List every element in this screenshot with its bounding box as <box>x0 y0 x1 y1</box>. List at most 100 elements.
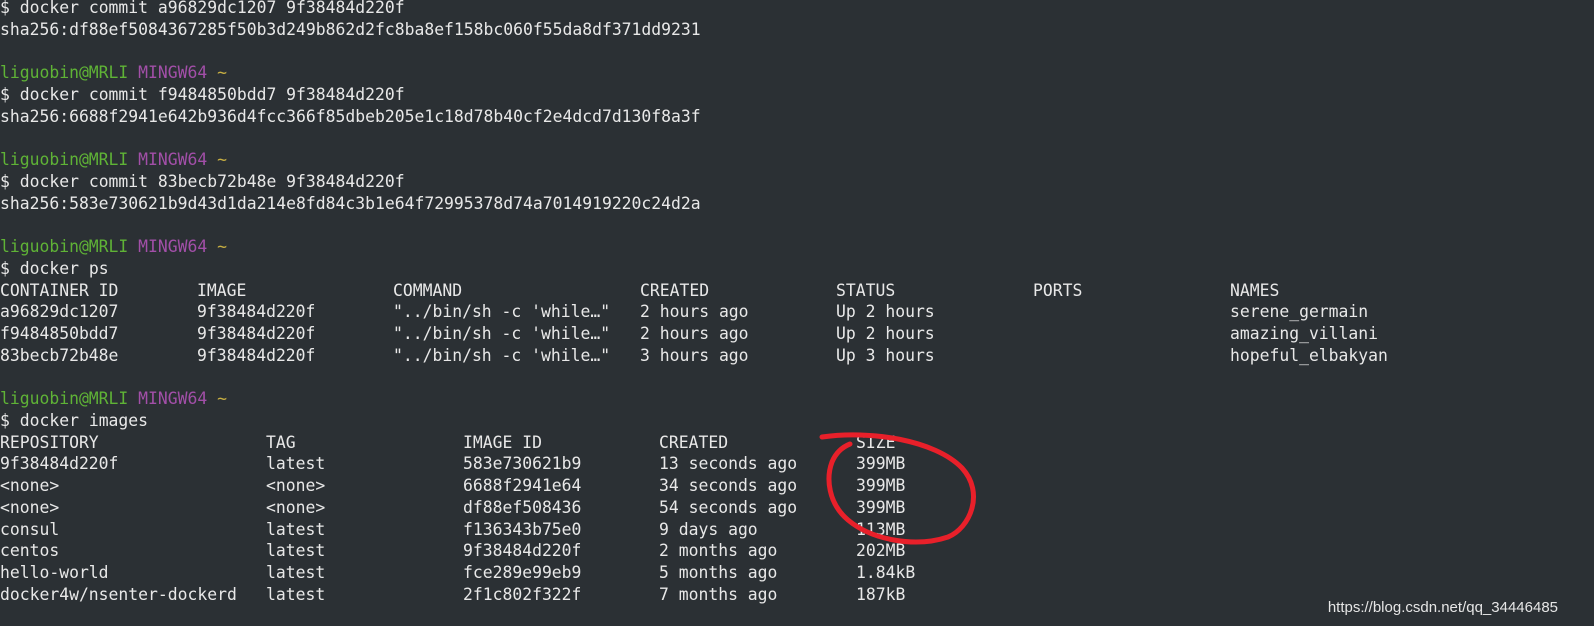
ps-row-cell: a96829dc1207 <box>0 302 119 322</box>
images-row-cell: 13 seconds ago <box>659 454 798 474</box>
images-row-cell: consul <box>0 519 60 539</box>
ps-row-cell: f9484850bdd7 <box>0 324 119 344</box>
images-row: hello-world latest fce289e99eb9 5 months ag… <box>0 562 1594 584</box>
images-row-cell: 7 months ago <box>659 584 778 604</box>
images-row-cell: 399MB <box>856 476 906 496</box>
images-row-cell: 583e730621b9 <box>463 454 582 474</box>
prompt-user-host: liguobin@MRLI <box>0 237 129 257</box>
ps-header-cell: PORTS <box>1033 280 1083 300</box>
watermark-text: https://blog.csdn.net/qq_34446485 <box>1327 599 1558 616</box>
prompt-path: ~ <box>217 389 227 409</box>
images-row-cell: 202MB <box>856 541 906 561</box>
prompt-user-host: liguobin@MRLI <box>0 389 129 409</box>
images-row-cell: hello-world <box>0 563 109 583</box>
images-row-cell: f136343b75e0 <box>463 519 582 539</box>
images-row-cell: latest <box>266 584 326 604</box>
images-row-cell: df88ef508436 <box>463 497 582 517</box>
images-header: REPOSITORY TAG IMAGE ID CREATED SIZE <box>0 432 1594 454</box>
command-output: sha256:df88ef5084367285f50b3d249b862d2fc… <box>0 19 701 39</box>
command-text: docker commit f9484850bdd7 9f38484d220f <box>19 84 405 104</box>
ps-row-cell: "../bin/sh -c 'while…" <box>393 345 611 365</box>
images-row-cell: latest <box>266 519 326 539</box>
ps-row-cell: 2 hours ago <box>640 302 749 322</box>
command-text: docker images <box>19 410 149 430</box>
images-row-cell: 34 seconds ago <box>659 476 798 496</box>
images-row-cell: fce289e99eb9 <box>463 563 582 583</box>
prompt-symbol: $ <box>0 84 20 104</box>
images-row-cell: 9f38484d220f <box>0 454 119 474</box>
images-header-cell: CREATED <box>659 432 729 452</box>
images-row-cell: <none> <box>0 497 60 517</box>
ps-header-cell: NAMES <box>1230 280 1280 300</box>
prompt-system: MINGW64 <box>138 63 208 83</box>
images-row: <none> <none> 6688f2941e64 34 seconds ago 39… <box>0 475 1594 497</box>
ps-row-cell: Up 2 hours <box>836 324 935 344</box>
images-row-cell: <none> <box>266 476 326 496</box>
prompt-symbol: $ <box>0 0 20 17</box>
images-row-cell: <none> <box>266 497 326 517</box>
images-row-cell: latest <box>266 454 326 474</box>
images-row-cell: docker4w/nsenter-dockerd <box>0 584 237 604</box>
ps-header-cell: IMAGE <box>197 280 247 300</box>
ps-row-cell: serene_germain <box>1230 302 1369 322</box>
images-row-cell: 113MB <box>856 519 906 539</box>
images-row-cell: <none> <box>0 476 60 496</box>
prompt-symbol: $ <box>0 410 20 430</box>
prompt-line: liguobin@MRLI MINGW64 ~ <box>0 236 1594 258</box>
ps-row: f9484850bdd7 9f38484d220f "../bin/sh -c 'w… <box>0 323 1594 345</box>
images-row-cell: 187kB <box>856 584 906 604</box>
images-row: <none> <none> df88ef508436 54 seconds ago 39… <box>0 497 1594 519</box>
prompt-system: MINGW64 <box>138 389 208 409</box>
prompt-user-host: liguobin@MRLI <box>0 150 129 170</box>
command-line: $ docker commit 83becb72b48e 9f38484d220… <box>0 171 1594 193</box>
images-row-cell: 5 months ago <box>659 563 778 583</box>
images-row: 9f38484d220f latest 583e730621b9 13 seconds… <box>0 453 1594 475</box>
command-line: $ docker ps <box>0 258 1594 280</box>
prompt-path: ~ <box>217 63 227 83</box>
images-row-cell: 399MB <box>856 497 906 517</box>
images-header-cell: IMAGE ID <box>463 432 542 452</box>
prompt-symbol: $ <box>0 258 20 278</box>
prompt-line: liguobin@MRLI MINGW64 ~ <box>0 149 1594 171</box>
images-row-cell: 9 days ago <box>659 519 758 539</box>
ps-header-cell: COMMAND <box>393 280 463 300</box>
command-text: docker commit a96829dc1207 9f38484d220f <box>19 0 405 17</box>
images-row-cell: 9f38484d220f <box>463 541 582 561</box>
ps-row: 83becb72b48e 9f38484d220f "../bin/sh -c 'w… <box>0 345 1594 367</box>
ps-row-cell: 2 hours ago <box>640 324 749 344</box>
images-row-cell: 1.84kB <box>856 563 916 583</box>
ps-row-cell: 3 hours ago <box>640 345 749 365</box>
images-row: centos latest 9f38484d220f 2 months ago 202M… <box>0 540 1594 562</box>
images-header-cell: TAG <box>266 432 296 452</box>
ps-header-cell: CONTAINER ID <box>0 280 119 300</box>
prompt-path: ~ <box>217 237 227 257</box>
images-row-cell: 2f1c802f322f <box>463 584 582 604</box>
images-row-cell: 6688f2941e64 <box>463 476 582 496</box>
ps-row-cell: hopeful_elbakyan <box>1230 345 1388 365</box>
command-text: docker ps <box>19 258 109 278</box>
prompt-system: MINGW64 <box>138 237 208 257</box>
ps-row: a96829dc1207 9f38484d220f "../bin/sh -c 'w… <box>0 301 1594 323</box>
images-row-cell: centos <box>0 541 60 561</box>
prompt-user-host: liguobin@MRLI <box>0 63 129 83</box>
ps-row-cell: amazing_villani <box>1230 324 1379 344</box>
command-output: sha256:6688f2941e642b936d4fcc366f85dbeb2… <box>0 106 701 126</box>
command-text: docker commit 83becb72b48e 9f38484d220f <box>19 171 405 191</box>
images-row: consul latest f136343b75e0 9 days ago 113MB <box>0 519 1594 541</box>
images-row-cell: latest <box>266 541 326 561</box>
ps-row-cell: "../bin/sh -c 'while…" <box>393 302 611 322</box>
ps-row-cell: 9f38484d220f <box>197 345 316 365</box>
terminal-output[interactable]: $ docker commit a96829dc1207 9f38484d220… <box>0 0 1594 606</box>
images-header-cell: REPOSITORY <box>0 432 99 452</box>
images-row-cell: latest <box>266 563 326 583</box>
images-row-cell: 399MB <box>856 454 906 474</box>
command-line: $ docker images <box>0 410 1594 432</box>
prompt-path: ~ <box>217 150 227 170</box>
ps-header: CONTAINER ID IMAGE COMMAND CREATED STATUS POR… <box>0 280 1594 302</box>
ps-row-cell: "../bin/sh -c 'while…" <box>393 324 611 344</box>
ps-row-cell: 9f38484d220f <box>197 302 316 322</box>
ps-header-cell: CREATED <box>640 280 710 300</box>
